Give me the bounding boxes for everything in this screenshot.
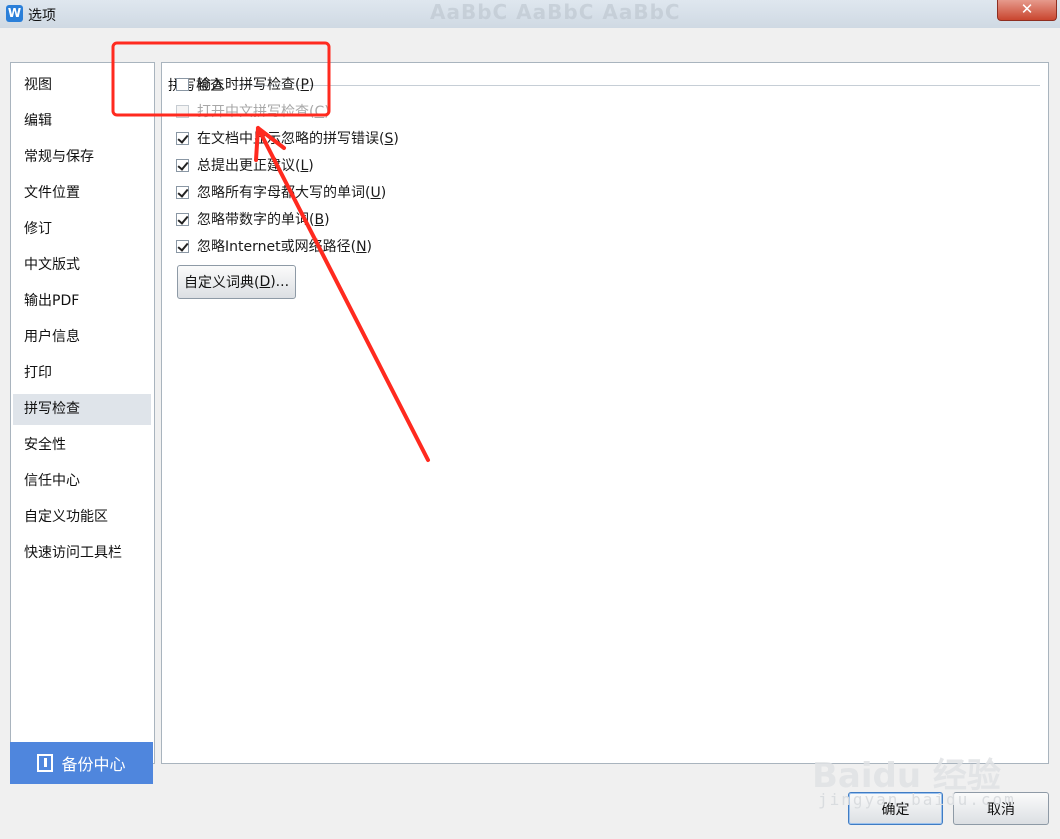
sidebar-item-user-info[interactable]: 用户信息 xyxy=(13,322,151,353)
option-label: 忽略Internet或网络路径(N) xyxy=(197,239,373,255)
sidebar-item-print[interactable]: 打印 xyxy=(13,358,151,389)
backup-center-button[interactable]: 备份中心 xyxy=(10,742,153,784)
checkbox[interactable] xyxy=(176,131,189,145)
checkbox[interactable] xyxy=(176,212,189,226)
option-label: 输入时拼写检查(P) xyxy=(197,77,315,93)
baidu-watermark-url: jingyan.baidu.com xyxy=(818,790,1016,809)
option-label: 在文档中显示忽略的拼写错误(S) xyxy=(197,131,399,147)
checkbox xyxy=(176,104,189,118)
options-sidebar: 视图 编辑 常规与保存 文件位置 修订 中文版式 输出PDF 用户信息 打印 拼… xyxy=(10,62,155,764)
checkbox[interactable] xyxy=(176,158,189,172)
sidebar-item-trust-center[interactable]: 信任中心 xyxy=(13,466,151,497)
option-chinese-spellcheck: 打开中文拼写检查(C) xyxy=(176,101,330,121)
close-button[interactable]: ✕ xyxy=(997,0,1057,21)
option-label: 忽略所有字母都大写的单词(U) xyxy=(197,185,387,201)
option-ignore-uppercase[interactable]: 忽略所有字母都大写的单词(U) xyxy=(176,182,386,202)
sidebar-item-quick-access-toolbar[interactable]: 快速访问工具栏 xyxy=(13,538,151,569)
backup-icon xyxy=(37,754,54,772)
option-show-ignored-errors[interactable]: 在文档中显示忽略的拼写错误(S) xyxy=(176,128,399,148)
option-always-suggest[interactable]: 总提出更正建议(L) xyxy=(176,155,314,175)
sidebar-item-export-pdf[interactable]: 输出PDF xyxy=(13,286,151,317)
sidebar-item-view[interactable]: 视图 xyxy=(13,70,151,101)
checkbox[interactable] xyxy=(176,239,189,253)
checkbox[interactable] xyxy=(176,185,189,199)
sidebar-item-revision[interactable]: 修订 xyxy=(13,214,151,245)
sidebar-item-security[interactable]: 安全性 xyxy=(13,430,151,461)
option-label: 忽略带数字的单词(B) xyxy=(197,212,330,228)
spellcheck-panel: 拼写检查 输入时拼写检查(P) 打开中文拼写检查(C) 在文档中显示忽略的拼写错… xyxy=(161,62,1049,764)
option-label: 打开中文拼写检查(C) xyxy=(197,104,330,120)
sidebar-item-edit[interactable]: 编辑 xyxy=(13,106,151,137)
option-check-as-you-type[interactable]: 输入时拼写检查(P) xyxy=(176,74,314,94)
background-style-gallery: AaBbC AaBbC AaBbC xyxy=(430,0,681,20)
window-title: 选项 xyxy=(28,8,56,24)
sidebar-item-chinese-layout[interactable]: 中文版式 xyxy=(13,250,151,281)
sidebar-item-general[interactable]: 常规与保存 xyxy=(13,142,151,173)
option-ignore-internet-paths[interactable]: 忽略Internet或网络路径(N) xyxy=(176,236,372,256)
sidebar-item-file-location[interactable]: 文件位置 xyxy=(13,178,151,209)
title-bar: W 选项 AaBbC AaBbC AaBbC ✕ xyxy=(0,0,1060,29)
checkbox[interactable] xyxy=(176,77,189,91)
option-ignore-numbers[interactable]: 忽略带数字的单词(B) xyxy=(176,209,330,229)
backup-label: 备份中心 xyxy=(61,755,126,774)
sidebar-item-spellcheck[interactable]: 拼写检查 xyxy=(13,394,151,425)
group-divider xyxy=(236,85,1040,86)
option-label: 总提出更正建议(L) xyxy=(197,158,314,174)
custom-dictionary-button[interactable]: 自定义词典(D)... xyxy=(177,265,296,299)
options-dialog: 视图 编辑 常规与保存 文件位置 修订 中文版式 输出PDF 用户信息 打印 拼… xyxy=(0,28,1060,839)
wps-app-icon: W xyxy=(6,5,23,22)
sidebar-item-customize-ribbon[interactable]: 自定义功能区 xyxy=(13,502,151,533)
